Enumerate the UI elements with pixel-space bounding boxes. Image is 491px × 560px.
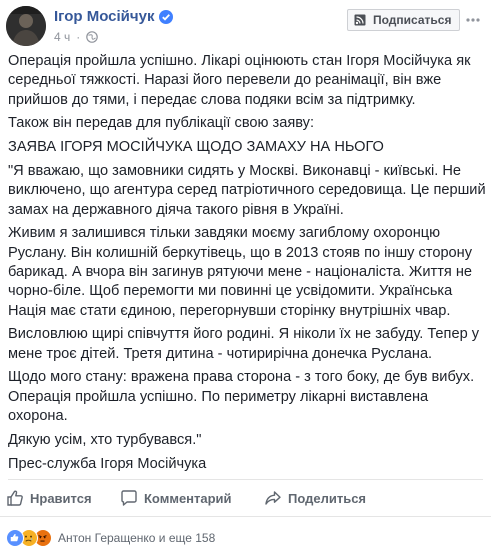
actions-top-divider — [8, 479, 483, 480]
share-button[interactable]: Поделиться — [264, 481, 366, 515]
post-paragraph: Також він передав для публікації свою за… — [8, 115, 315, 132]
avatar-photo-icon — [6, 6, 46, 46]
statement-heading: ЗАЯВА ІГОРЯ МОСІЙЧУКА ЩОДО ЗАМАХУ НА НЬО… — [8, 139, 384, 156]
post-paragraph: Дякую усім, хто турбувався." — [8, 431, 202, 448]
post-paragraph: Живим я залишився тільки завдяки моєму з… — [8, 225, 473, 319]
post-paragraph: Щодо мого стану: вражена права сторона -… — [8, 369, 475, 425]
reaction-icons — [6, 529, 54, 547]
thumbs-up-icon — [7, 490, 23, 506]
subscribe-label: Подписаться — [373, 13, 452, 27]
post-header: Ігор Мосійчук 4 ч · Подписаться — [0, 0, 491, 52]
globe-icon — [86, 31, 99, 43]
subscribe-button[interactable]: Подписаться — [347, 9, 461, 31]
post-signature: Прес-служба Ігоря Мосійчука — [8, 455, 207, 472]
author-name[interactable]: Ігор Мосійчук — [54, 8, 154, 25]
meta-separator: · — [76, 30, 81, 44]
comment-label: Комментарий — [144, 490, 232, 506]
comment-bubble-icon — [121, 490, 137, 506]
more-dots-icon — [466, 18, 480, 22]
reactions-summary[interactable]: Антон Геращенко и еще 158 — [6, 528, 215, 548]
reactions-count-text[interactable]: Антон Геращенко и еще 158 — [58, 531, 215, 545]
like-reaction-icon — [6, 529, 24, 547]
comment-button[interactable]: Комментарий — [120, 481, 232, 515]
like-label: Нравится — [30, 490, 92, 506]
post-actions-bar: Нравится Комментарий Поделиться — [0, 481, 491, 515]
actions-bottom-divider — [0, 516, 491, 517]
post-time[interactable]: 4 ч — [54, 30, 70, 44]
rss-icon — [354, 14, 368, 26]
verified-badge-icon — [159, 9, 174, 24]
author-name-row: Ігор Мосійчук — [54, 8, 174, 25]
more-options-button[interactable] — [463, 10, 483, 30]
post-paragraph: Висловлюю щирі співчуття його родині. Я … — [8, 326, 480, 362]
like-button[interactable]: Нравится — [6, 481, 92, 515]
share-arrow-icon — [265, 491, 281, 505]
post-paragraph: Операція пройшла успішно. Лікарі оцінюют… — [8, 53, 471, 108]
facebook-post: Ігор Мосійчук 4 ч · Подписаться Операція… — [0, 0, 491, 560]
author-avatar[interactable] — [6, 6, 46, 46]
post-paragraph: "Я вважаю, що замовники сидять у Москві.… — [8, 162, 486, 218]
post-text: Операція пройшла успішно. Лікарі оцінюют… — [8, 52, 486, 478]
post-meta: 4 ч · — [54, 30, 99, 44]
share-label: Поделиться — [288, 490, 367, 506]
